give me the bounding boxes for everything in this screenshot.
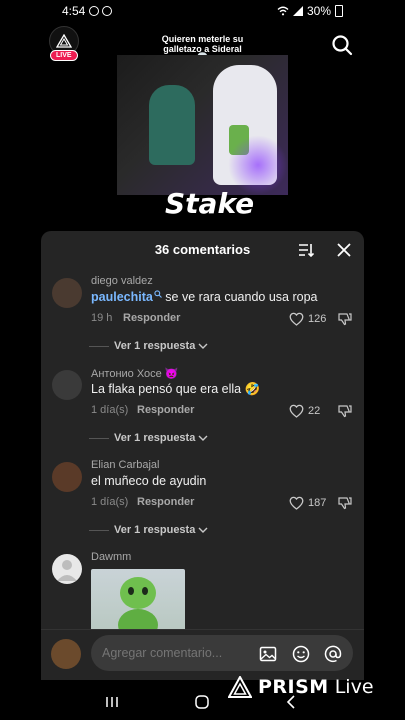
heart-icon bbox=[289, 496, 304, 510]
comment-image[interactable] bbox=[91, 569, 185, 635]
status-bar: 4:54 bbox=[0, 0, 405, 22]
status-notification-icons bbox=[89, 6, 113, 16]
battery-icon bbox=[335, 5, 343, 17]
soccer-ball-icon bbox=[102, 6, 113, 16]
green-figure-image bbox=[118, 577, 158, 635]
video-figure-left bbox=[149, 85, 195, 165]
comment-body: se ve rara cuando usa ropa bbox=[161, 290, 318, 304]
view-replies-label: Ver 1 respuesta bbox=[114, 340, 196, 352]
comment-username[interactable]: Elian Carbajal bbox=[91, 459, 159, 471]
avatar[interactable] bbox=[52, 278, 82, 308]
heart-icon bbox=[289, 404, 304, 418]
comment-item: Elian Carbajal el muñeco de ayudin 1 día… bbox=[41, 459, 364, 559]
wifi-icon bbox=[277, 6, 289, 16]
reply-button[interactable]: Responder bbox=[137, 404, 194, 416]
battery-percent: 30% bbox=[306, 4, 331, 18]
avatar[interactable] bbox=[52, 370, 82, 400]
divider-line bbox=[89, 529, 109, 531]
like-count: 187 bbox=[308, 497, 327, 509]
prism-logo-icon bbox=[228, 676, 252, 698]
close-icon[interactable] bbox=[337, 243, 351, 257]
avatar[interactable] bbox=[52, 554, 82, 584]
comment-mention[interactable]: paulechita bbox=[91, 290, 153, 304]
live-badge: LIVE bbox=[50, 50, 78, 61]
sort-icon[interactable] bbox=[298, 243, 314, 257]
view-replies-button[interactable]: Ver 1 respuesta bbox=[89, 524, 208, 536]
compose-bar bbox=[41, 629, 364, 679]
like-count: 126 bbox=[308, 313, 327, 325]
video-light-glow bbox=[228, 135, 288, 195]
divider-line bbox=[89, 345, 109, 347]
view-replies-button[interactable]: Ver 1 respuesta bbox=[89, 432, 208, 444]
comment-username[interactable]: diego valdez bbox=[91, 275, 153, 287]
at-mention-icon[interactable] bbox=[324, 645, 342, 663]
view-replies-label: Ver 1 respuesta bbox=[114, 524, 196, 536]
recent-apps-icon[interactable] bbox=[104, 694, 120, 710]
comment-text: el muñeco de ayudin bbox=[91, 474, 207, 488]
like-button[interactable]: 187 bbox=[289, 495, 329, 511]
view-replies-button[interactable]: Ver 1 respuesta bbox=[89, 340, 208, 352]
default-avatar-icon bbox=[57, 560, 77, 581]
emoji-icon[interactable] bbox=[292, 645, 310, 663]
comment-time: 1 día(s) bbox=[91, 404, 129, 416]
comment-text: paulechita se ve rara cuando usa ropa bbox=[91, 290, 317, 304]
comment-item: Dawmm bbox=[41, 551, 364, 641]
signal-icon bbox=[292, 6, 303, 16]
reply-button[interactable]: Responder bbox=[137, 496, 194, 508]
status-right: 30% bbox=[277, 0, 343, 22]
comments-sheet: 36 comentarios diego valdez paulechita s… bbox=[41, 231, 364, 720]
chevron-down-icon bbox=[198, 527, 208, 533]
comment-username[interactable]: Dawmm bbox=[91, 551, 131, 563]
comment-text: La flaka pensó que era ella 🤣 bbox=[91, 382, 261, 396]
comment-time: 1 día(s) bbox=[91, 496, 129, 508]
prism-live-text: Live bbox=[334, 676, 374, 698]
view-replies-label: Ver 1 respuesta bbox=[114, 432, 196, 444]
chevron-down-icon bbox=[198, 435, 208, 441]
status-time: 4:54 bbox=[62, 4, 86, 18]
my-avatar[interactable] bbox=[51, 639, 81, 669]
video-caption-line1: Quieren meterle su bbox=[161, 34, 244, 44]
home-icon[interactable] bbox=[194, 694, 210, 710]
comments-count-title: 36 comentarios bbox=[154, 242, 251, 257]
avatar[interactable] bbox=[52, 462, 82, 492]
video-player[interactable] bbox=[117, 55, 288, 195]
chevron-down-icon bbox=[198, 343, 208, 349]
image-icon[interactable] bbox=[259, 645, 277, 663]
reply-button[interactable]: Responder bbox=[123, 312, 180, 324]
prism-live-watermark: PRISM Live bbox=[228, 676, 374, 698]
live-host-avatar[interactable]: LIVE bbox=[49, 26, 81, 64]
divider-line bbox=[89, 437, 109, 439]
like-count: 22 bbox=[308, 405, 321, 417]
comment-username[interactable]: Антонио Хосе 👿 bbox=[91, 367, 179, 380]
mention-search-icon bbox=[154, 290, 162, 298]
comment-time: 19 h bbox=[91, 312, 113, 324]
whatsapp-icon bbox=[89, 6, 100, 16]
comments-header: 36 comentarios bbox=[41, 231, 364, 269]
dislike-icon[interactable] bbox=[338, 496, 352, 510]
comment-input[interactable] bbox=[91, 635, 353, 671]
dislike-icon[interactable] bbox=[338, 404, 352, 418]
search-icon[interactable] bbox=[331, 34, 353, 56]
like-button[interactable]: 22 bbox=[289, 403, 329, 419]
stake-logo: Stake bbox=[165, 187, 255, 220]
heart-icon bbox=[289, 312, 304, 326]
like-button[interactable]: 126 bbox=[289, 311, 329, 327]
prism-brand-text: PRISM bbox=[258, 676, 329, 698]
comment-item: Антонио Хосе 👿 La flaka pensó que era el… bbox=[41, 367, 364, 467]
dislike-icon[interactable] bbox=[338, 312, 352, 326]
